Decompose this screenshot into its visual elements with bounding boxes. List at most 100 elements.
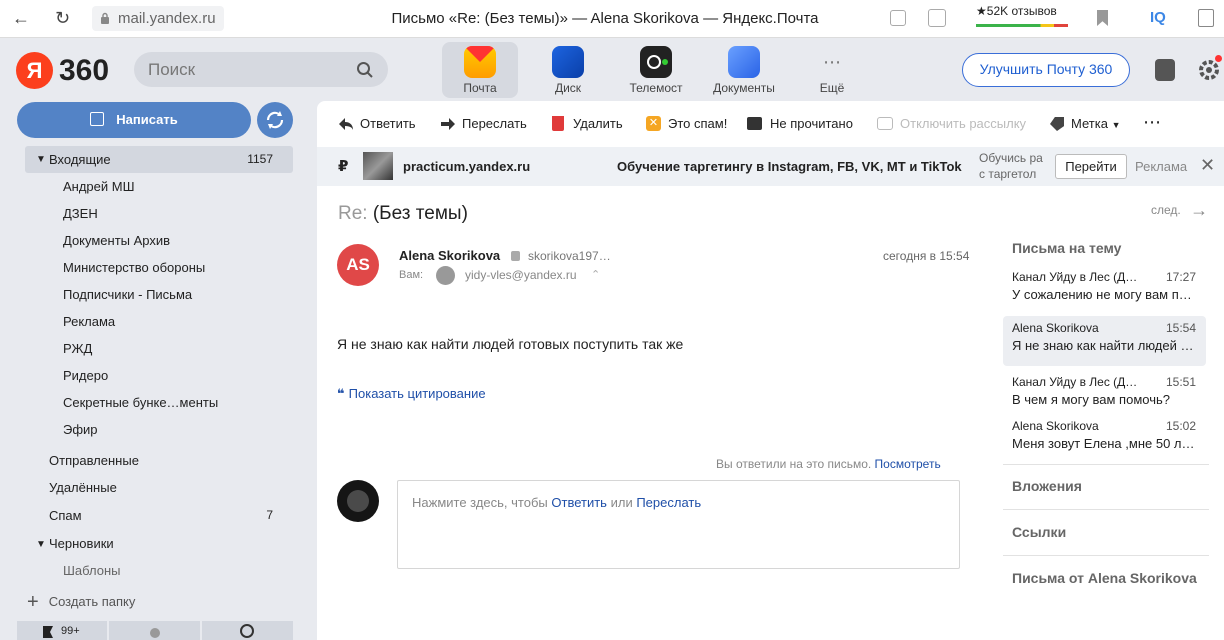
- sender-name[interactable]: Alena Skorikova: [399, 248, 500, 263]
- quick-forward-link[interactable]: Переслать: [636, 495, 701, 510]
- thread-title: Письма на тему: [1012, 240, 1122, 256]
- reviews-widget[interactable]: ★52K отзывов: [976, 4, 1068, 27]
- search-input[interactable]: Поиск: [134, 52, 388, 87]
- folder-item[interactable]: Подписчики - Письма: [63, 281, 192, 308]
- app-disk-label: Диск: [554, 81, 582, 95]
- folder-spam-label: Спам: [49, 508, 82, 523]
- address-bar[interactable]: mail.yandex.ru: [92, 6, 224, 31]
- disk-app-icon: [552, 46, 584, 78]
- thread-item-selected[interactable]: Alena Skorikova 15:54 Я не знаю как найт…: [1003, 316, 1206, 366]
- view-reply-link[interactable]: Посмотреть: [875, 457, 941, 471]
- refresh-button[interactable]: [257, 102, 293, 138]
- compose-button[interactable]: Написать: [17, 102, 251, 138]
- create-folder-label: Создать папку: [48, 594, 136, 609]
- upgrade-button[interactable]: Улучшить Почту 360: [962, 53, 1130, 87]
- recipient-email[interactable]: yidy-vles@yandex.ru: [465, 268, 577, 282]
- app-documents[interactable]: Документы: [706, 42, 782, 98]
- ad-banner[interactable]: ₽ practicum.yandex.ru Обучение таргетинг…: [317, 147, 1224, 186]
- sender-email[interactable]: skorikova197…: [528, 249, 611, 263]
- folder-drafts[interactable]: Черновики: [49, 530, 114, 557]
- spam-button[interactable]: Это спам!: [668, 116, 727, 131]
- app-disk[interactable]: Диск: [530, 42, 606, 98]
- user-avatar[interactable]: [337, 480, 379, 522]
- folder-sent[interactable]: Отправленные: [49, 447, 139, 474]
- footer-attach-cell[interactable]: [202, 621, 293, 640]
- iq-icon[interactable]: IQ: [1150, 9, 1166, 26]
- folder-item[interactable]: Эфир: [63, 416, 98, 443]
- notification-dot-icon: [1215, 55, 1222, 62]
- documents-app-icon: [728, 46, 760, 78]
- trash-icon: [552, 116, 564, 131]
- folder-item[interactable]: ДЗЕН: [63, 200, 98, 227]
- folder-item[interactable]: РЖД: [63, 335, 92, 362]
- reload-icon[interactable]: ↻: [55, 8, 70, 29]
- thread-from: Alena Skorikova: [1012, 419, 1099, 433]
- back-arrow-icon[interactable]: ←: [12, 8, 30, 29]
- thread-snippet: У сожалению не могу вам п…: [1012, 287, 1192, 302]
- folder-item[interactable]: Ридеро: [63, 362, 108, 389]
- sender-letters-section[interactable]: Письма от Alena Skorikova: [1012, 570, 1197, 586]
- divider: [1003, 509, 1209, 510]
- spam-icon: ✕: [646, 116, 661, 131]
- folder-item[interactable]: Андрей МШ: [63, 173, 135, 200]
- folder-deleted[interactable]: Удалённые: [49, 474, 117, 501]
- app-mail-label: Почта: [463, 81, 497, 95]
- create-folder-link[interactable]: + Создать папку: [27, 588, 135, 615]
- forward-button[interactable]: Переслать: [462, 116, 527, 131]
- collapse-triangle-icon[interactable]: ▼: [36, 146, 46, 173]
- forward-icon: [440, 117, 456, 134]
- bookmark-icon[interactable]: [1097, 10, 1108, 26]
- ad-label: Реклама: [1135, 159, 1188, 174]
- page-title: Письмо «Re: (Без темы)» — Alena Skorikov…: [391, 10, 819, 27]
- footer-flag-cell[interactable]: 99+: [17, 621, 107, 640]
- clipboard-icon[interactable]: [1198, 9, 1214, 27]
- yandex-logo-icon[interactable]: Я: [16, 52, 53, 89]
- sender-avatar[interactable]: AS: [337, 244, 379, 286]
- footer-dot-cell[interactable]: [109, 621, 200, 640]
- show-quote-link[interactable]: ❝ Показать цитирование: [337, 386, 486, 402]
- extensions-icon[interactable]: [890, 10, 906, 26]
- subject-prefix: Re:: [338, 203, 368, 224]
- envelope-icon: [747, 117, 762, 130]
- more-actions-icon[interactable]: ⋯: [1143, 112, 1161, 133]
- quick-reply-link[interactable]: Ответить: [551, 495, 607, 510]
- attachments-section[interactable]: Вложения: [1012, 478, 1082, 494]
- close-icon[interactable]: ✕: [1200, 155, 1215, 176]
- thread-time: 15:54: [1165, 321, 1196, 335]
- recipient-avatar: [436, 266, 455, 285]
- plus-icon: +: [27, 591, 39, 613]
- collapse-triangle-icon[interactable]: ▼: [36, 539, 46, 550]
- app-telemost[interactable]: Телемост: [618, 42, 694, 98]
- chevron-up-icon[interactable]: ⌃: [591, 268, 600, 281]
- quick-reply-box[interactable]: Нажмите здесь, чтобы Ответить или Пересл…: [397, 480, 960, 569]
- pencil-icon: [90, 112, 105, 126]
- folder-item[interactable]: Документы Архив: [63, 227, 170, 254]
- app-more[interactable]: ⋯ Ещё: [794, 42, 870, 98]
- folder-spam[interactable]: Спам 7: [49, 502, 293, 529]
- wallet-icon[interactable]: [1155, 59, 1175, 81]
- app-mail[interactable]: Почта: [442, 42, 518, 98]
- folder-item[interactable]: Реклама: [63, 308, 115, 335]
- mark-unread-button[interactable]: Не прочитано: [770, 116, 853, 131]
- thread-item[interactable]: Alena Skorikova 15:02 Меня зовут Елена ,…: [1003, 414, 1206, 464]
- delete-button[interactable]: Удалить: [573, 116, 623, 131]
- links-section[interactable]: Ссылки: [1012, 524, 1066, 540]
- ad-go-button[interactable]: Перейти: [1055, 154, 1127, 179]
- next-message-link[interactable]: след. →: [1151, 200, 1208, 221]
- thread-item[interactable]: Канал Уйду в Лес (Д… 15:51 В чем я могу …: [1003, 370, 1206, 420]
- url-text: mail.yandex.ru: [118, 10, 216, 27]
- search-icon[interactable]: [356, 61, 374, 79]
- footer-badge: 99+: [61, 625, 80, 637]
- unsubscribe-button[interactable]: Отключить рассылку: [900, 116, 1026, 131]
- label-dropdown[interactable]: Метка ▼: [1071, 116, 1120, 131]
- folder-item[interactable]: Секретные бунке…менты: [63, 389, 218, 416]
- thread-item[interactable]: Канал Уйду в Лес (Д… 17:27 У сожалению н…: [1003, 265, 1206, 315]
- reply-button[interactable]: Ответить: [360, 116, 416, 131]
- logo-360[interactable]: 360: [59, 52, 109, 89]
- thread-from: Канал Уйду в Лес (Д…: [1012, 270, 1138, 284]
- protect-icon[interactable]: [928, 9, 946, 27]
- folder-inbox[interactable]: ▼ Входящие 1157: [25, 146, 293, 173]
- lock-icon: [511, 251, 520, 261]
- folder-item[interactable]: Министерство обороны: [63, 254, 205, 281]
- folder-templates[interactable]: Шаблоны: [63, 557, 121, 584]
